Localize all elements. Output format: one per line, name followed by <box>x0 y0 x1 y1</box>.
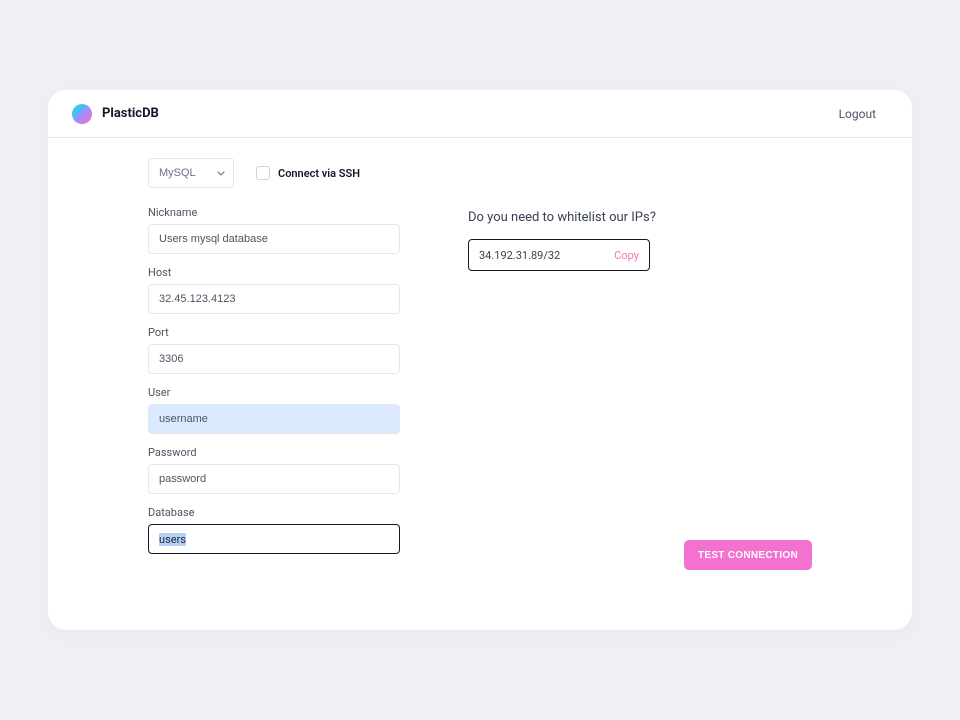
topbar: PlasticDB Logout <box>48 90 912 138</box>
whitelist-ip-box: 34.192.31.89/32 Copy <box>468 239 650 271</box>
brand: PlasticDB <box>72 104 159 124</box>
host-field: Host <box>148 266 408 314</box>
ssh-toggle-row: Connect via SSH <box>256 166 360 180</box>
database-input[interactable]: users <box>148 524 400 554</box>
port-field: Port <box>148 326 408 374</box>
nickname-label: Nickname <box>148 206 408 219</box>
nickname-input[interactable] <box>148 224 400 254</box>
connection-card: PlasticDB Logout MySQL Connect via SSH <box>48 90 912 630</box>
dbtype-select-wrap: MySQL <box>148 158 234 188</box>
database-field: Database users <box>148 506 408 554</box>
port-label: Port <box>148 326 408 339</box>
test-connection-button[interactable]: TEST CONNECTION <box>684 540 812 570</box>
password-field: Password <box>148 446 408 494</box>
database-label: Database <box>148 506 408 519</box>
logout-link[interactable]: Logout <box>839 107 876 121</box>
whitelist-title: Do you need to whitelist our IPs? <box>468 210 812 225</box>
database-input-value: users <box>159 533 186 546</box>
content-area: MySQL Connect via SSH Nickname Host <box>48 138 912 630</box>
dbtype-select[interactable]: MySQL <box>148 158 234 188</box>
host-label: Host <box>148 266 408 279</box>
ssh-checkbox[interactable] <box>256 166 270 180</box>
port-input[interactable] <box>148 344 400 374</box>
password-label: Password <box>148 446 408 459</box>
copy-ip-button[interactable]: Copy <box>614 249 639 262</box>
nickname-field: Nickname <box>148 206 408 254</box>
brand-name: PlasticDB <box>102 106 159 121</box>
brand-logo-icon <box>72 104 92 124</box>
dbtype-row: MySQL Connect via SSH <box>148 158 408 188</box>
password-input[interactable] <box>148 464 400 494</box>
user-field: User <box>148 386 408 434</box>
whitelist-column: Do you need to whitelist our IPs? 34.192… <box>468 158 812 606</box>
whitelist-ip: 34.192.31.89/32 <box>479 249 560 262</box>
ssh-label: Connect via SSH <box>278 167 360 180</box>
user-label: User <box>148 386 408 399</box>
host-input[interactable] <box>148 284 400 314</box>
form-column: MySQL Connect via SSH Nickname Host <box>148 158 408 606</box>
user-input[interactable] <box>148 404 400 434</box>
